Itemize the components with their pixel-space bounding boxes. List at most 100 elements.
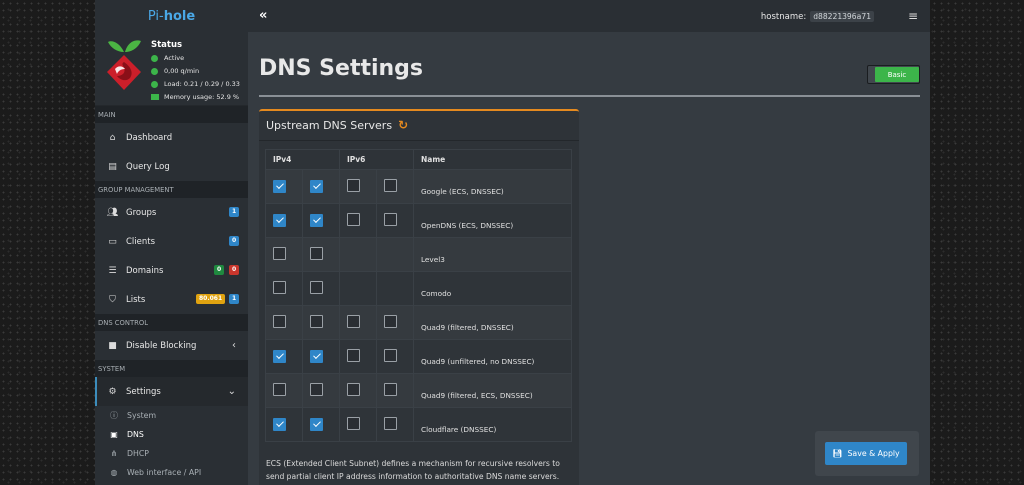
status-title: Status (151, 40, 183, 50)
brand-prefix: Pi- (147, 8, 164, 24)
qpm-dot-icon (151, 67, 158, 75)
clients-count-badge: 0 (229, 236, 240, 246)
sidebar-item-label: Domains (126, 265, 164, 276)
settings-mode-toggle[interactable]: Basic (867, 65, 920, 84)
ipv4-primary-checkbox[interactable] (273, 315, 286, 328)
ipv4-secondary-checkbox[interactable] (310, 247, 323, 260)
ecs-description-line: ECS (Extended Client Subnet) defines a m… (266, 459, 560, 468)
section-system: SYSTEM (95, 360, 248, 377)
ipv4-secondary-checkbox[interactable] (310, 214, 323, 227)
status-qpm: 0,00 q/min (151, 67, 199, 75)
sidebar-item-label: Settings (126, 386, 161, 397)
ipv6-primary-checkbox[interactable] (347, 417, 360, 430)
table-row: Quad9 (filtered, DNSSEC) (265, 305, 572, 340)
sidebar-item-disable-blocking[interactable]: ■ Disable Blocking ‹ (95, 331, 248, 360)
ipv4-primary-checkbox[interactable] (273, 247, 286, 260)
ipv4-primary-checkbox[interactable] (273, 180, 286, 193)
lists-count-badge: 1 (229, 294, 240, 304)
stop-icon: ■ (108, 340, 117, 351)
ipv4-primary-checkbox[interactable] (273, 383, 286, 396)
ipv4-secondary-checkbox[interactable] (310, 315, 323, 328)
refresh-icon[interactable]: ↻ (398, 118, 408, 132)
ipv6-secondary-checkbox[interactable] (384, 383, 397, 396)
title-divider (259, 95, 920, 97)
ipv4-primary-checkbox[interactable] (273, 214, 286, 227)
table-row: Level3 (265, 237, 572, 272)
save-apply-button[interactable]: 💾︎ Save & Apply (825, 442, 907, 465)
memory-icon (151, 94, 159, 100)
ipv4-primary-checkbox[interactable] (273, 418, 286, 431)
ipv6-secondary-checkbox[interactable] (384, 349, 397, 362)
ipv6-primary-checkbox[interactable] (347, 349, 360, 362)
ipv4-secondary-checkbox[interactable] (310, 383, 323, 396)
table-row: Quad9 (filtered, ECS, DNSSEC) (265, 373, 572, 408)
active-dot-icon (151, 54, 158, 62)
chevron-left-icon: ‹ (232, 340, 236, 351)
sidebar-subitem-system[interactable]: ⓘ System (95, 406, 248, 425)
server-name: Google (ECS, DNSSEC) (413, 169, 572, 204)
ipv4-secondary-checkbox[interactable] (310, 350, 323, 363)
brand-logo-text[interactable]: Pi-hole (95, 0, 248, 32)
gears-icon: ⚙ (108, 386, 117, 397)
server-name: Comodo (413, 271, 572, 306)
ipv6-secondary-checkbox[interactable] (384, 179, 397, 192)
sidebar-item-settings[interactable]: ⚙ Settings ⌄ (95, 377, 248, 406)
home-icon: ⌂ (109, 132, 116, 143)
section-group-management: GROUP MANAGEMENT (95, 181, 248, 198)
section-main: MAIN (95, 106, 248, 123)
domains-allow-badge: 0 (214, 265, 225, 275)
ipv4-primary-checkbox[interactable] (273, 350, 286, 363)
hostname-label: hostname: (760, 11, 807, 22)
sidebar-item-groups[interactable]: 👥︎ Groups 1 (95, 198, 248, 227)
status-memory-text: Memory usage: 52.9 % (164, 93, 240, 101)
ipv6-secondary-checkbox[interactable] (384, 315, 397, 328)
ipv6-primary-checkbox[interactable] (347, 213, 360, 226)
sidebar-subitem-dns[interactable]: ▣ DNS (95, 425, 248, 444)
shield-icon: ⛉ (109, 294, 116, 305)
floppy-disk-icon: 💾︎ (832, 449, 843, 458)
collapse-sidebar-icon[interactable]: « (259, 8, 267, 23)
sidebar-subitem-label: DHCP (127, 449, 150, 458)
status-active-text: Active (164, 54, 185, 62)
sidebar-item-clients[interactable]: ▭ Clients 0 (95, 227, 248, 256)
laptop-icon: ▭ (108, 236, 117, 247)
hostname-value: d88221396a71 (810, 11, 874, 22)
server-name: Level3 (413, 237, 572, 272)
sidebar-item-domains[interactable]: ☰ Domains 0 0 (95, 256, 248, 285)
mode-toggle-label: Basic (875, 67, 919, 82)
ipv6-primary-checkbox[interactable] (347, 179, 360, 192)
info-icon: ⓘ (110, 411, 118, 420)
ipv6-primary-checkbox[interactable] (347, 315, 360, 328)
upstream-dns-table: IPv4 IPv6 Name Google (ECS, DNSSEC) Open… (265, 149, 572, 442)
hamburger-menu-icon[interactable]: ≡ (908, 9, 918, 23)
sidebar-subitem-label: System (127, 411, 157, 420)
hostname: hostname: d88221396a71 (761, 11, 874, 22)
ipv6-secondary-checkbox[interactable] (384, 213, 397, 226)
ipv6-primary-checkbox[interactable] (347, 383, 360, 396)
server-name: Quad9 (unfiltered, no DNSSEC) (413, 339, 572, 374)
sidebar-item-query-log[interactable]: ▤ Query Log (95, 152, 248, 181)
table-row: OpenDNS (ECS, DNSSEC) (265, 203, 572, 238)
table-row: Google (ECS, DNSSEC) (265, 169, 572, 204)
sidebar-item-dashboard[interactable]: ⌂ Dashboard (95, 123, 248, 152)
sidebar-item-lists[interactable]: ⛉ Lists 80.061 1 (95, 285, 248, 314)
ipv4-secondary-checkbox[interactable] (310, 180, 323, 193)
save-apply-label: Save & Apply (847, 449, 900, 458)
sidebar-subitem-dhcp[interactable]: ⋔ DHCP (95, 444, 248, 463)
ipv4-secondary-checkbox[interactable] (310, 418, 323, 431)
status-load-text: Load: 0.21 / 0.29 / 0.33 (164, 80, 240, 88)
sidebar-subitem-label: DNS (127, 430, 144, 439)
status-memory: Memory usage: 52.9 % (151, 93, 239, 101)
status-load: Load: 0.21 / 0.29 / 0.33 (151, 80, 240, 88)
list-icon: ☰ (108, 265, 117, 276)
server-name: Quad9 (filtered, DNSSEC) (413, 305, 572, 340)
ipv6-secondary-checkbox[interactable] (384, 417, 397, 430)
ecs-description: ECS (Extended Client Subnet) defines a m… (266, 457, 576, 483)
table-row: Comodo (265, 271, 572, 306)
ipv4-secondary-checkbox[interactable] (310, 281, 323, 294)
status-qpm-text: 0,00 q/min (164, 67, 200, 75)
card-title: Upstream DNS Servers ↻ (266, 118, 408, 132)
lists-domains-badge: 80.061 (196, 294, 226, 304)
ipv4-primary-checkbox[interactable] (273, 281, 286, 294)
sidebar-subitem-web[interactable]: ◍ Web interface / API (95, 463, 248, 482)
